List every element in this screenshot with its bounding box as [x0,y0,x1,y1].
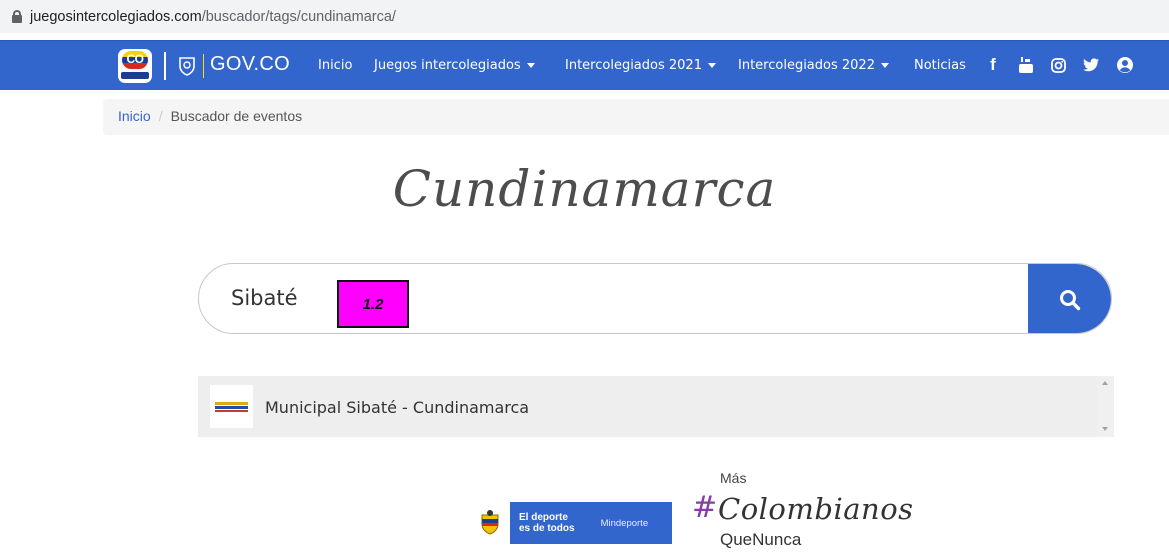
youtube-icon[interactable] [1015,54,1037,76]
page-title: Cundinamarca [392,160,777,218]
coat-of-arms-icon [179,57,195,76]
scroll-up-icon[interactable] [1102,381,1108,385]
address-bar[interactable]: juegosintercolegiados.com/buscador/tags/… [0,0,1169,33]
top-navbar: CO GOV.CO Inicio Juegos intercolegiados … [0,40,1169,90]
deporte-line-2: es de todos [519,523,575,534]
breadcrumb: Inicio / Buscador de eventos [103,99,1169,135]
campaign-logo: Más # Colombianos QueNunca [690,470,913,554]
caret-down-icon [880,63,889,68]
campaign-top-text: Más [720,470,747,486]
annotation-marker: 1.2 [337,280,409,328]
campaign-hash: # [692,490,718,525]
breadcrumb-current: Buscador de eventos [170,108,303,124]
breadcrumb-home-link[interactable]: Inicio [118,108,151,124]
colombia-logo[interactable]: CO [118,49,152,83]
nav-label: Intercolegiados 2022 [738,58,875,73]
coat-of-arms-icon [470,502,510,544]
result-item[interactable]: Municipal Sibaté - Cundinamarca [265,398,529,417]
nav-label: Juegos intercolegiados [374,58,521,73]
nav-item-intercolegiados-2022[interactable]: Intercolegiados 2022 [738,58,889,73]
search-box[interactable]: Sibaté [198,263,1112,334]
url-path: /buscador/tags/cundinamarca/ [201,8,396,25]
url-domain: juegosintercolegiados.com [30,8,202,25]
search-input[interactable]: Sibaté [231,286,298,310]
logo-text: CO [126,52,145,66]
nav-item-juegos-intercolegiados[interactable]: Juegos intercolegiados [374,58,535,73]
nav-item-intercolegiados-2021[interactable]: Intercolegiados 2021 [565,58,716,73]
caret-down-icon [526,63,535,68]
search-icon [1059,289,1080,310]
ministry-label: Mindeporte [600,517,649,529]
campaign-bottom-text: QueNunca [720,530,802,549]
deporte-line-1: El deporte [519,512,568,523]
breadcrumb-separator: / [158,108,163,124]
govco-divider [203,54,204,78]
scroll-down-icon[interactable] [1102,427,1108,431]
results-scrollbar[interactable] [1097,376,1114,437]
nav-item-noticias[interactable]: Noticias [914,58,966,73]
nav-item-inicio[interactable]: Inicio [318,58,352,73]
instagram-icon[interactable] [1047,54,1069,76]
mindeporte-logo[interactable]: El deporte es de todos Mindeporte [470,502,672,544]
nav-label: Noticias [914,58,966,73]
twitter-icon[interactable] [1080,54,1102,76]
search-button[interactable] [1028,264,1111,333]
lock-icon [12,10,22,23]
caret-down-icon [707,63,716,68]
user-account-icon[interactable] [1114,54,1136,76]
facebook-icon[interactable]: f [982,54,1004,76]
govco-logo[interactable]: GOV.CO [210,53,290,76]
campaign-main-text: Colombianos [718,492,914,526]
results-list: Municipal Sibaté - Cundinamarca [198,376,1114,437]
nav-label: Inicio [318,58,353,73]
logo-divider [164,52,166,80]
nav-label: Intercolegiados 2021 [565,58,702,73]
event-thumbnail [210,385,253,428]
